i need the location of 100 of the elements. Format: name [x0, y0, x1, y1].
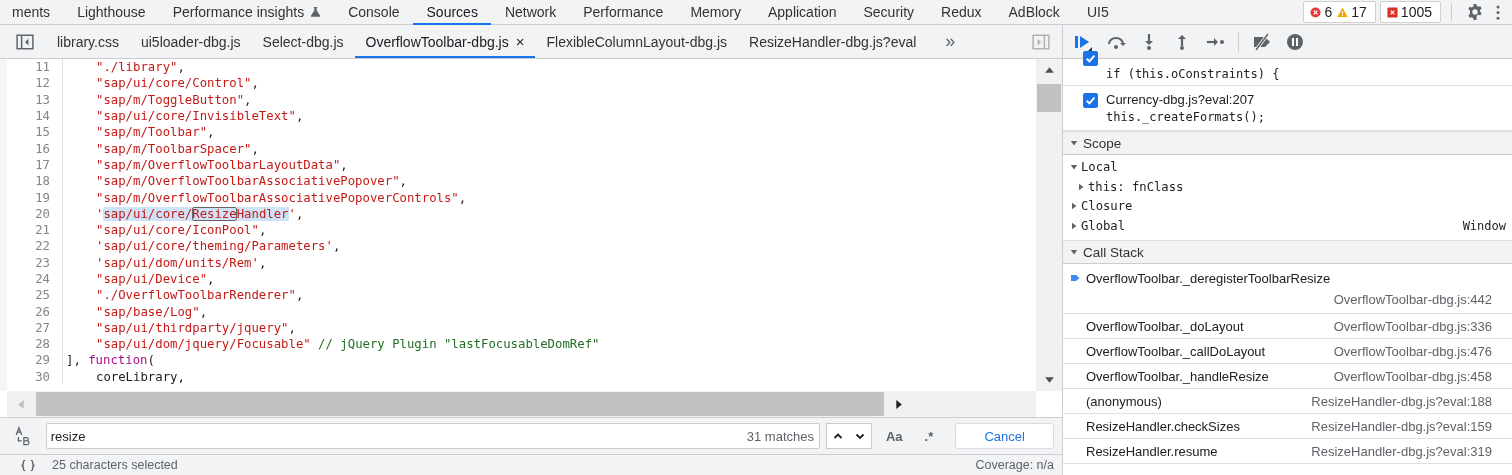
- call-frame[interactable]: OverflowToolbar._callDoLayout OverflowToolbar-dbg.js:476: [1063, 339, 1512, 364]
- regex-button[interactable]: .*: [916, 428, 942, 444]
- panel-tab[interactable]: Lighthouse: [63, 0, 159, 25]
- line-number: 28: [7, 336, 63, 353]
- code-line: "sap/ui/core/IconPool",: [95, 223, 267, 238]
- scope-item[interactable]: this: fnClass: [1063, 177, 1512, 196]
- code-line: "sap/m/OverflowToolbarAssociativePopoverControls",: [95, 190, 467, 205]
- scroll-down-icon[interactable]: [1043, 374, 1055, 385]
- code-line: 'sap/ui/core/theming/Parameters',: [95, 239, 341, 254]
- file-tab[interactable]: Select-dbg.js: [251, 25, 355, 58]
- call-frame[interactable]: ResizeHandler.resume ResizeHandler-dbg.js?eval:319: [1063, 439, 1512, 464]
- line-number: 24: [7, 270, 63, 288]
- line-number: 27: [7, 319, 63, 337]
- code-line: "sap/ui/Device",: [95, 272, 215, 286]
- line-number: 25: [7, 287, 63, 304]
- coverage-info[interactable]: Coverage: n/a: [975, 458, 1054, 472]
- collapse-arrow-icon: [1070, 139, 1078, 147]
- more-tabs-button[interactable]: »: [945, 31, 956, 52]
- expand-arrow-icon: [1077, 182, 1085, 191]
- breakpoint-checkbox[interactable]: [1083, 51, 1098, 66]
- breakpoint-checkbox[interactable]: [1083, 93, 1098, 108]
- call-frame[interactable]: OverflowToolbar._deregisterToolbarResize OverflowToolbar-dbg.js:442: [1063, 264, 1512, 314]
- toggle-debugger-icon[interactable]: [1032, 32, 1050, 51]
- scope-item[interactable]: Local: [1063, 157, 1512, 177]
- line-number: 20: [7, 205, 63, 222]
- code-line: "sap/ui/thirdparty/jquery",: [95, 320, 296, 335]
- issues-button[interactable]: 1005: [1379, 1, 1441, 23]
- line-number: 14: [7, 107, 63, 125]
- code-line: "sap/ui/core/Control",: [95, 76, 259, 91]
- panel-tab[interactable]: Security: [849, 0, 928, 25]
- line-number: 29: [7, 352, 63, 369]
- code-line: "sap/m/OverflowToolbarLayoutData",: [95, 157, 348, 172]
- breakpoint-location[interactable]: Currency-dbg.js?eval:207: [1106, 92, 1265, 107]
- toggle-navigator-icon[interactable]: [16, 32, 34, 51]
- match-case-button[interactable]: Aa: [878, 428, 911, 444]
- panel-tab[interactable]: Redux: [927, 0, 995, 25]
- section-header[interactable]: Scope: [1063, 131, 1512, 155]
- error-icon: [1310, 6, 1322, 18]
- code-line: "sap/m/ToolbarSpacer",: [95, 141, 259, 156]
- code-line: 'sap/ui/dom/units/Rem',: [95, 255, 267, 270]
- console-counters-button[interactable]: 6 17: [1303, 1, 1376, 23]
- panel-tab[interactable]: Network: [490, 0, 570, 25]
- close-tab-button[interactable]: ×: [515, 33, 525, 50]
- panel-tab[interactable]: Performance insights: [158, 0, 335, 25]
- scrollbar-thumb[interactable]: [1037, 84, 1061, 112]
- line-number: 21: [7, 221, 63, 239]
- expand-arrow-icon: [1070, 202, 1078, 210]
- call-frame[interactable]: ResizeHandler.checkSizes ResizeHandler-dbg.js?eval:159: [1063, 414, 1512, 439]
- code-line: "./OverflowToolbarRenderer",: [95, 288, 304, 303]
- line-number: 15: [7, 124, 63, 141]
- match-count: 31 matches: [746, 429, 814, 444]
- scroll-up-icon[interactable]: [1043, 65, 1055, 76]
- breakpoint-code: this._createFormats();: [1106, 110, 1265, 124]
- code-line: "./library",: [95, 60, 185, 75]
- line-number: 12: [7, 75, 63, 92]
- expand-arrow-icon: [1070, 222, 1078, 230]
- code-line: "sap/base/Log",: [95, 304, 208, 319]
- scroll-right-icon[interactable]: [893, 398, 904, 410]
- code-line: "sap/m/Toolbar",: [95, 125, 215, 140]
- warning-icon: [1337, 6, 1349, 18]
- panel-tab[interactable]: Memory: [676, 0, 754, 25]
- file-tab[interactable]: library.css: [46, 25, 130, 58]
- panel-tab[interactable]: AdBlock: [994, 0, 1073, 25]
- scrollbar-thumb[interactable]: [36, 392, 884, 416]
- file-tab[interactable]: ui5loader-dbg.js: [129, 25, 252, 58]
- deactivate-breakpoints-icon[interactable]: [1252, 32, 1272, 51]
- more-options-icon[interactable]: [1496, 4, 1500, 20]
- line-number: 26: [7, 303, 63, 320]
- call-frame[interactable]: OverflowToolbar._handleResize OverflowToolbar-dbg.js:458: [1063, 364, 1512, 389]
- scope-item[interactable]: Closure: [1063, 196, 1512, 216]
- pretty-print-icon[interactable]: [20, 458, 36, 472]
- breakpoint-code: if (this.oConstraints) {: [1106, 67, 1280, 81]
- checkmark-icon: [1084, 52, 1097, 65]
- section-header[interactable]: Call Stack: [1063, 240, 1512, 264]
- line-number: 17: [7, 156, 63, 174]
- call-frame[interactable]: OverflowToolbar._doLayout OverflowToolbar-dbg.js:336: [1063, 314, 1512, 339]
- panel-tab[interactable]: UI5: [1072, 0, 1122, 25]
- error-count: 6: [1324, 4, 1333, 20]
- selection-info: 25 characters selected: [52, 458, 178, 472]
- panel-tab[interactable]: ments: [0, 0, 64, 25]
- settings-icon[interactable]: [1466, 3, 1484, 21]
- line-number: 23: [7, 254, 63, 271]
- panel-tab[interactable]: Application: [753, 0, 850, 25]
- panel-tab[interactable]: Console: [334, 0, 413, 25]
- issue-flag-icon: [1386, 6, 1398, 18]
- line-number: 11: [7, 59, 63, 76]
- pause-on-exceptions-icon[interactable]: [1285, 32, 1305, 51]
- file-tab[interactable]: OverflowToolbar-dbg.js ×: [354, 25, 536, 58]
- vertical-scrollbar[interactable]: [1036, 59, 1062, 391]
- code-line: ], function(: [65, 353, 155, 368]
- panel-tab[interactable]: Performance: [569, 0, 677, 25]
- code-line: "sap/m/OverflowToolbarAssociativePopover",: [95, 174, 407, 189]
- cancel-button[interactable]: Cancel: [955, 423, 1054, 449]
- file-tab[interactable]: FlexibleColumnLayout-dbg.js: [535, 25, 738, 58]
- call-frame[interactable]: (anonymous) ResizeHandler-dbg.js?eval:188: [1063, 389, 1512, 414]
- horizontal-scrollbar[interactable]: [7, 391, 1036, 417]
- scope-item[interactable]: Global Window: [1063, 216, 1512, 236]
- file-tab[interactable]: ResizeHandler-dbg.js?eval: [738, 25, 928, 58]
- code-line: "sap/ui/dom/jquery/Focusable" // jQuery Plugin "lastFocusableDomRef": [95, 337, 600, 352]
- line-number: 16: [7, 140, 63, 157]
